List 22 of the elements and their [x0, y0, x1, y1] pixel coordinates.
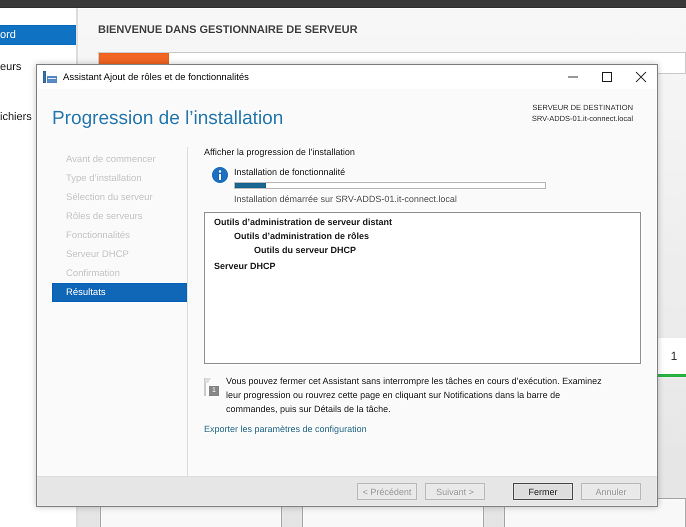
started-text: Installation démarrée sur SRV-ADDS-01.it-connect.local — [234, 194, 458, 204]
section-title: Afficher la progression de l’installation — [204, 147, 356, 157]
server-icon — [43, 71, 57, 83]
export-link[interactable]: Exporter les paramètres de configuration — [204, 424, 367, 434]
dialog-button[interactable]: Fermer — [513, 483, 573, 500]
info-icon — [212, 167, 228, 183]
count-number: 1 — [670, 349, 678, 363]
close-icon[interactable] — [635, 71, 647, 83]
feature-item: Outils d’administration de rôles — [234, 231, 370, 241]
status-text: Installation de fonctionnalité — [234, 167, 346, 177]
maximize-icon[interactable] — [601, 71, 613, 83]
feature-item: Outils d’administration de serveur distant — [214, 217, 394, 227]
page-heading: BIENVENUE DANS GESTIONNAIRE DE SERVEUR — [98, 24, 358, 36]
window-title: Assistant Ajout de rôles et de fonctionnalités — [63, 72, 250, 82]
sidebar-item[interactable]: ord — [0, 25, 76, 45]
sidebar-item[interactable]: ichiers — [0, 107, 32, 127]
page-title: Progression de l’installation — [52, 108, 284, 131]
sidebar-item[interactable]: eurs — [0, 57, 22, 77]
info-note: Vous pouvez fermer cet Assistant sans interrompre les tâches en cours d’exécution. Examinez leur progression ou rouvrez cette page en cliquant sur Notifications dans la barre de commandes, puis sur Détails de la tâche. — [226, 375, 603, 416]
wizard-step[interactable]: Résultats — [52, 283, 187, 302]
feature-item: Outils du serveur DHCP — [254, 245, 358, 255]
feature-item: Serveur DHCP — [214, 261, 277, 271]
